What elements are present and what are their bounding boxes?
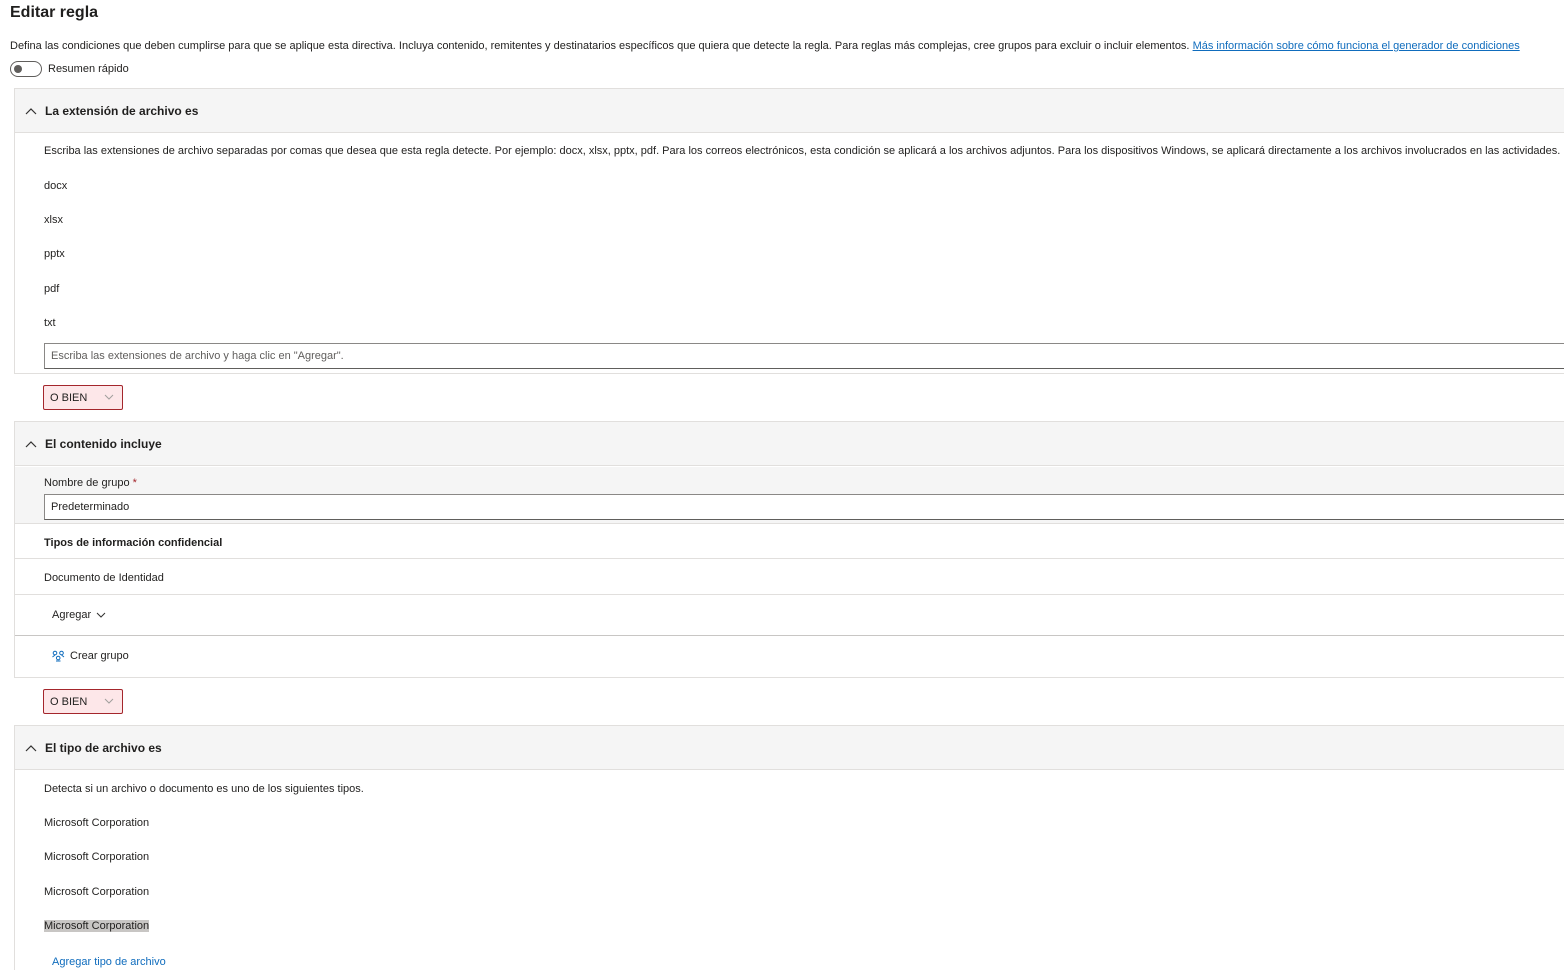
section-header-content[interactable]: El contenido incluye [15,422,1564,466]
chevron-up-icon[interactable] [25,742,37,754]
sit-item: Documento de Identidad [44,572,164,584]
extension-input-wrapper [44,343,1564,369]
operator-label: O BIEN [50,391,88,404]
create-group-label: Crear grupo [70,650,129,662]
chevron-down-icon [104,696,114,708]
operator-select[interactable]: O BIEN [43,689,123,714]
description-text: Defina las condiciones que deben cumplir… [10,40,1190,52]
create-group-icon [52,650,65,662]
chevron-down-icon [104,392,114,404]
divider [15,594,1564,595]
list-item: Microsoft Corporation [44,920,150,932]
section-header-extension[interactable]: La extensión de archivo es [15,89,1564,133]
learn-more-link[interactable]: Más información sobre cómo funciona el g… [1193,40,1520,52]
section-title: El tipo de archivo es [45,740,162,755]
filetype-description: Detecta si un archivo o documento es uno… [44,783,364,795]
create-group-button[interactable]: Crear grupo [52,650,129,662]
group-name-input-wrapper [44,494,1564,520]
list-item: pptx [44,248,65,260]
list-item: xlsx [44,214,63,226]
section-file-type: El tipo de archivo es Detecta si un arch… [14,725,1564,970]
operator-select[interactable]: O BIEN [43,385,123,410]
list-item: Microsoft Corporation [44,817,150,829]
list-item: pdf [44,283,60,295]
quick-summary-toggle[interactable] [10,61,42,77]
list-item: Microsoft Corporation [44,851,150,863]
page-title: Editar regla [10,4,99,21]
operator-label: O BIEN [50,695,88,708]
add-file-type-link[interactable]: Agregar tipo de archivo [52,956,166,968]
chevron-up-icon[interactable] [25,105,37,117]
section-header-filetype[interactable]: El tipo de archivo es [15,726,1564,770]
divider [15,635,1564,636]
add-dropdown-button[interactable]: Agregar [52,609,106,621]
chevron-up-icon[interactable] [25,438,37,450]
list-item: Microsoft Corporation [44,886,150,898]
extension-input[interactable] [51,350,1564,362]
list-item: docx [44,180,68,192]
required-mark: * [132,477,137,489]
quick-summary-label: Resumen rápido [48,63,129,75]
extension-instructions: Escriba las extensiones de archivo separ… [44,145,1561,157]
section-title: La extensión de archivo es [45,103,199,118]
section-file-extension: La extensión de archivo es Escriba las e… [14,88,1564,374]
quick-summary-toggle-row: Resumen rápido [10,61,129,77]
toggle-knob [14,65,22,73]
group-name-label: Nombre de grupo * [44,477,137,489]
group-name-label-text: Nombre de grupo [44,477,130,489]
add-label: Agregar [52,609,92,621]
chevron-down-icon [96,612,106,619]
page-description: Defina las condiciones que deben cumplir… [10,40,1520,52]
group-name-input[interactable] [51,501,1564,513]
list-item: txt [44,317,56,329]
divider [15,523,1564,524]
divider [15,558,1564,559]
sit-header: Tipos de información confidencial [44,537,223,549]
section-title: El contenido incluye [45,436,162,451]
section-content-includes: El contenido incluye Nombre de grupo * T… [14,421,1564,678]
